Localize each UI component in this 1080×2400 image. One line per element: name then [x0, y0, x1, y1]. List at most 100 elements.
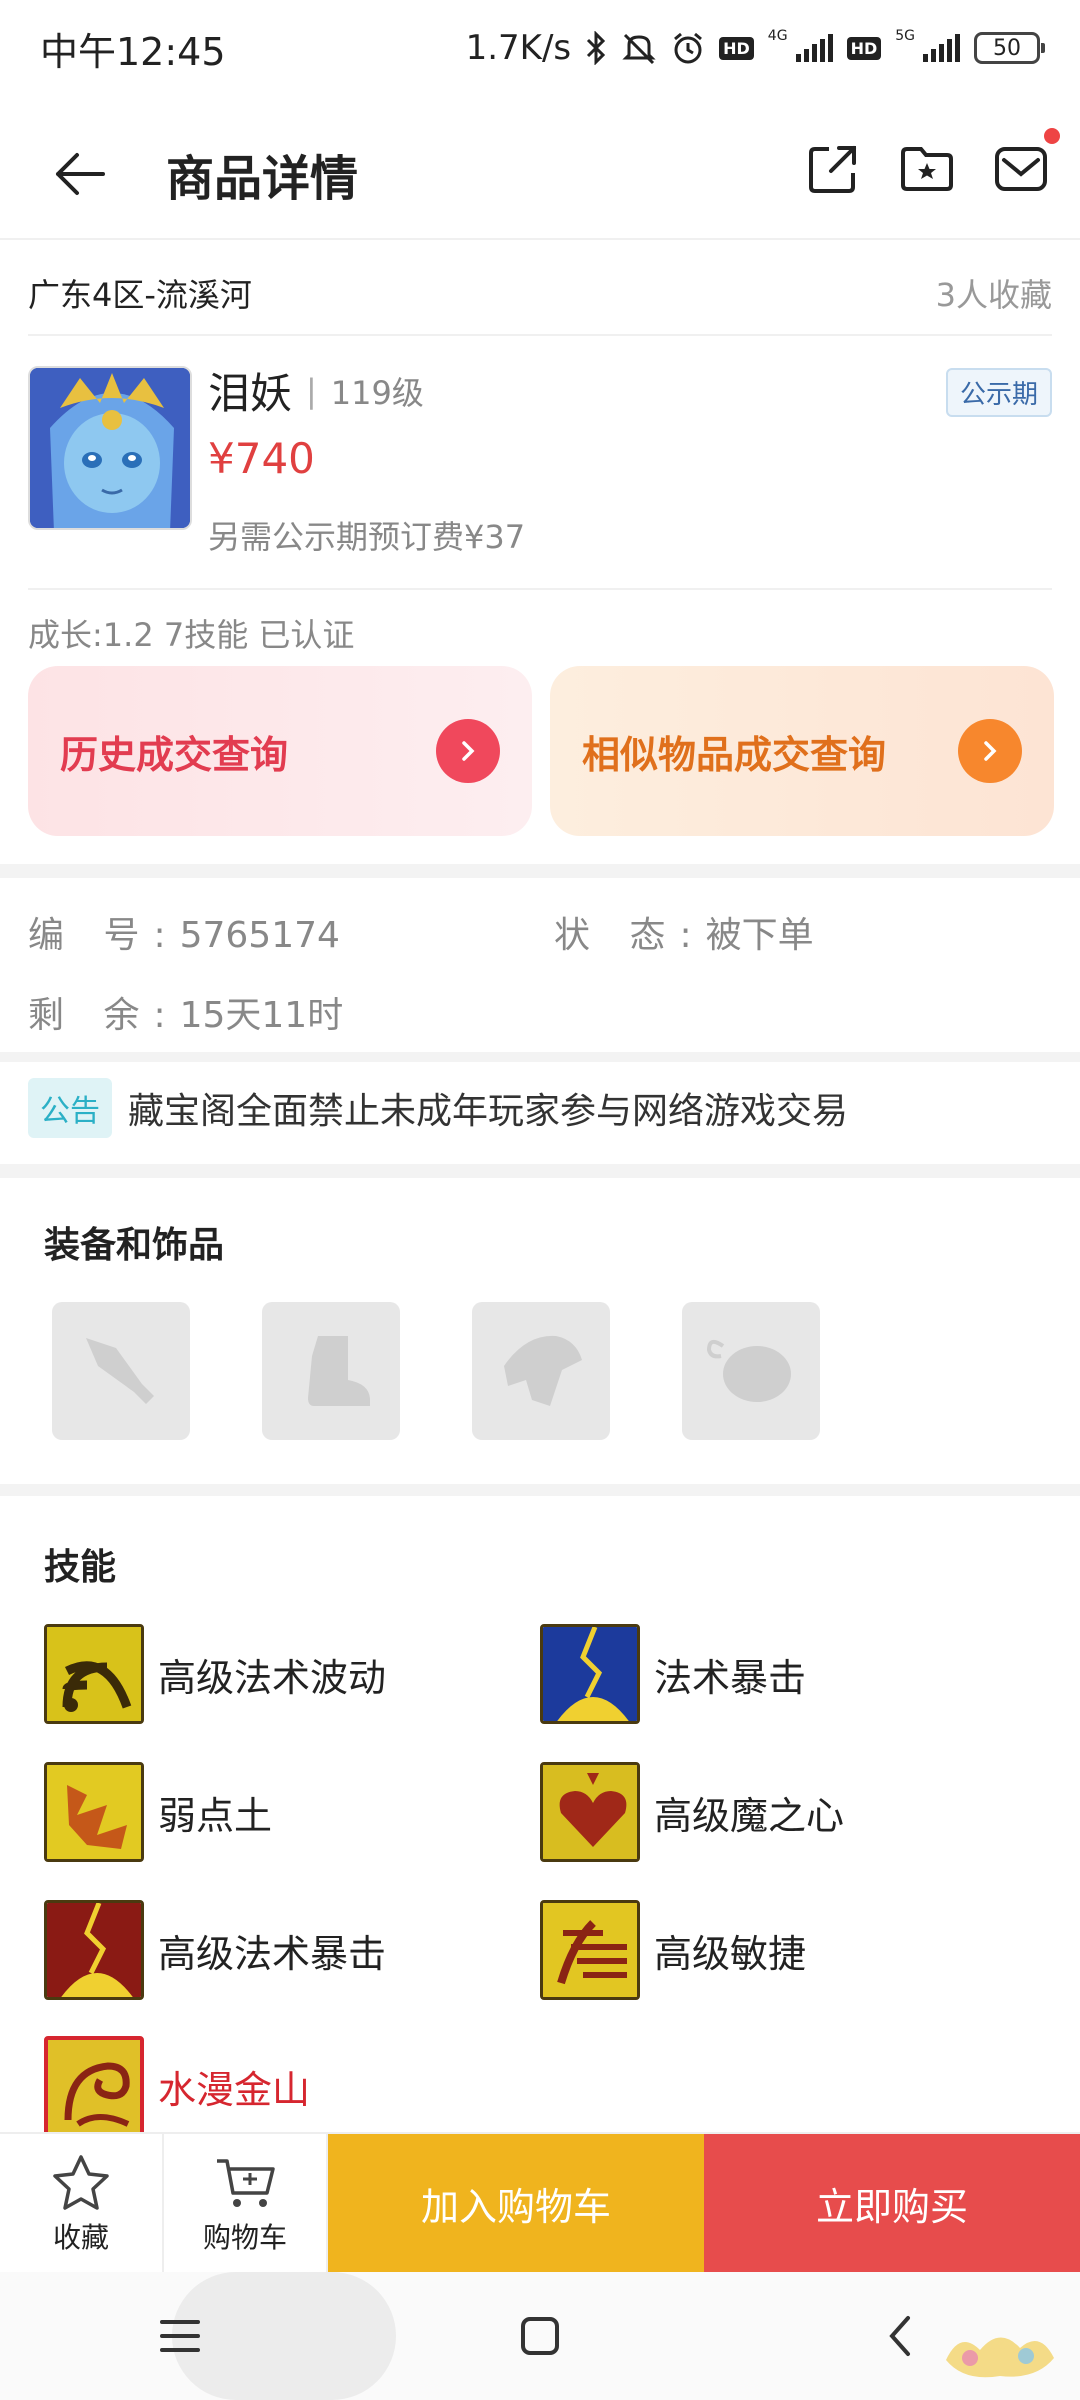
hd1-badge: HD [719, 36, 754, 60]
sim1-type: 4G [767, 28, 788, 44]
skill-item[interactable]: 弱点土 [44, 1762, 272, 1862]
cart-icon [213, 2150, 277, 2216]
skill-name: 高级敏捷 [654, 1931, 807, 1976]
section-separator [0, 1052, 1080, 1062]
battery-level: 50 [993, 35, 1021, 61]
chevron-right-icon [436, 719, 500, 783]
skill-name: 法术暴击 [654, 1655, 807, 1700]
network-speed: 1.7K/s [465, 28, 572, 68]
pet-title: 泪妖 | 119级 [208, 360, 424, 421]
pet-name: 泪妖 [208, 369, 293, 418]
section-separator [0, 864, 1080, 878]
skill-item[interactable]: 高级法术波动 [44, 1624, 386, 1724]
id-row: 编 号:5765174 [28, 906, 340, 958]
signal1-icon [795, 34, 833, 62]
chevron-left-icon [889, 2316, 910, 2356]
notice-tag: 公告 [28, 1078, 112, 1138]
title-divider: | [306, 371, 317, 410]
mute-icon [621, 31, 657, 65]
agility-icon [540, 1900, 640, 2000]
home-square-icon [521, 2317, 559, 2355]
accessory-slot[interactable] [682, 1302, 820, 1440]
similar-trade-query-button[interactable]: 相似物品成交查询 [550, 666, 1054, 836]
skill-item[interactable]: 高级法术暴击 [44, 1900, 386, 2000]
pet-level: 119级 [330, 373, 424, 412]
equipment-title: 装备和饰品 [44, 1225, 225, 1266]
flood-icon [44, 2036, 144, 2136]
section-separator [0, 1484, 1080, 1496]
cart-button[interactable]: 购物车 [164, 2134, 328, 2272]
skill-name: 高级魔之心 [654, 1793, 845, 1838]
signal2-icon [923, 34, 960, 62]
skill-item[interactable]: 高级魔之心 [540, 1762, 844, 1862]
menu-icon [160, 2320, 200, 2352]
back-nav-button[interactable] [860, 2296, 940, 2376]
favorite-count: 3人收藏 [935, 276, 1052, 314]
armor-slot[interactable] [472, 1302, 610, 1440]
bluetooth-icon [585, 31, 607, 65]
skill-name: 水漫金山 [158, 2067, 311, 2112]
app-header: 商品详情 [0, 110, 1080, 240]
messages-button[interactable] [992, 128, 1060, 198]
pet-avatar[interactable] [28, 366, 192, 530]
period-badge: 公示期 [945, 368, 1052, 417]
armor-slot-icon [504, 1335, 582, 1406]
price: ¥740 [208, 434, 315, 483]
menu-nav-button[interactable] [140, 2296, 220, 2376]
favorite-folder-button[interactable] [898, 140, 956, 198]
skill-name: 弱点土 [158, 1793, 273, 1838]
share-button[interactable] [804, 140, 862, 198]
weapon-slot[interactable] [52, 1302, 190, 1440]
status-value: 被下单 [705, 915, 814, 956]
accessory-slot-icon [706, 1339, 791, 1402]
adv-crit-icon [44, 1900, 144, 2000]
mail-icon [995, 147, 1047, 191]
weak-earth-icon [44, 1762, 144, 1862]
deposit-note: 另需公示期预订费¥37 [208, 518, 526, 556]
skill-item[interactable]: 法术暴击 [540, 1624, 806, 1724]
notice-bar[interactable]: 公告 藏宝阁全面禁止未成年玩家参与网络游戏交易 [28, 1074, 1052, 1142]
system-nav-bar [0, 2272, 1080, 2400]
skill-name: 高级法术暴击 [158, 1931, 387, 1976]
header-actions [804, 128, 1060, 198]
hd2-badge: HD [846, 36, 882, 60]
server-name: 广东4区-流溪河 [28, 276, 252, 314]
alarm-icon [671, 31, 705, 65]
remaining-value: 15天11时 [179, 995, 344, 1036]
bottom-action-bar: 收藏 购物车 加入购物车 立即购买 [0, 2132, 1080, 2272]
add-to-cart-button[interactable]: 加入购物车 [328, 2134, 704, 2272]
favorite-button[interactable]: 收藏 [0, 2134, 164, 2272]
skills-title: 技能 [44, 1547, 117, 1588]
skill-item-special[interactable]: 水漫金山 [44, 2036, 310, 2136]
similar-query-label: 相似物品成交查询 [582, 732, 887, 777]
boots-slot[interactable] [262, 1302, 400, 1440]
sim2-type: 5G [895, 28, 915, 44]
buy-now-button[interactable]: 立即购买 [704, 2134, 1080, 2272]
battery-icon: 50 [974, 32, 1045, 64]
history-query-label: 历史成交查询 [60, 732, 289, 777]
status-row: 状 态:被下单 [554, 906, 814, 958]
arrow-left-icon [56, 153, 105, 195]
remaining-row: 剩 余:15天11时 [28, 986, 343, 1038]
status-label: 状 态: [554, 915, 706, 956]
status-bar: 中午12:45 1.7K/s HD 4G HD 5G 50 [0, 0, 1080, 96]
page-title: 商品详情 [166, 151, 359, 207]
skill-name: 高级法术波动 [158, 1655, 387, 1700]
notice-text: 藏宝阁全面禁止未成年玩家参与网络游戏交易 [128, 1091, 849, 1132]
boots-slot-icon [308, 1336, 370, 1406]
status-time: 中午12:45 [40, 29, 226, 74]
back-button[interactable] [40, 134, 120, 214]
skill-item[interactable]: 高级敏捷 [540, 1900, 806, 2000]
history-trade-query-button[interactable]: 历史成交查询 [28, 666, 532, 836]
home-nav-button[interactable] [500, 2296, 580, 2376]
id-label: 编 号: [28, 915, 180, 956]
weapon-slot-icon [86, 1338, 154, 1404]
wave-icon [44, 1624, 144, 1724]
section-separator [0, 1164, 1080, 1178]
heart-icon [540, 1762, 640, 1862]
status-icons: 1.7K/s HD 4G HD 5G 50 [465, 28, 1045, 68]
crit-icon [540, 1624, 640, 1724]
id-value: 5765174 [179, 915, 340, 956]
remaining-label: 剩 余: [28, 995, 180, 1036]
server-row: 广东4区-流溪河 3人收藏 [28, 252, 1052, 336]
